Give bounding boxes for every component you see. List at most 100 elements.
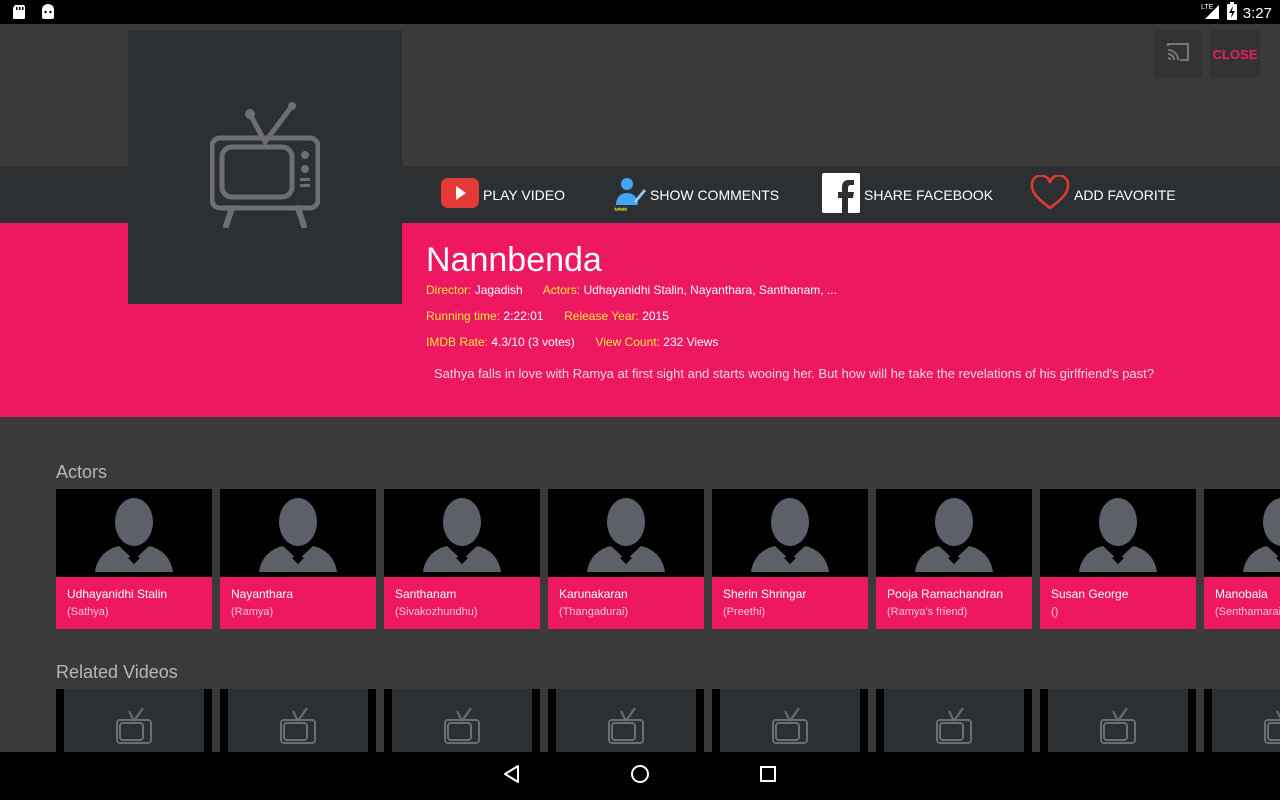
youtube-play-icon xyxy=(441,178,479,211)
person-placeholder-icon xyxy=(95,494,173,577)
actor-card[interactable]: Karunakaran (Thangadurai) xyxy=(548,489,704,629)
actor-card[interactable]: Udhayanidhi Stalin (Sathya) xyxy=(56,489,212,629)
related-video-card[interactable] xyxy=(548,689,704,752)
actor-photo xyxy=(1040,489,1196,577)
actor-photo xyxy=(712,489,868,577)
actor-card[interactable]: Santhanam (Sivakozhundhu) xyxy=(384,489,540,629)
view-count-label: View Count: xyxy=(595,335,660,349)
person-placeholder-icon xyxy=(751,494,829,577)
actor-card[interactable]: Manobala (Senthamarai) xyxy=(1204,489,1280,629)
share-facebook-label: SHARE FACEBOOK xyxy=(864,186,994,203)
actor-name: Santhanam xyxy=(395,587,457,601)
cast-icon xyxy=(1166,42,1190,67)
actor-card[interactable]: Sherin Shringar (Preethi) xyxy=(712,489,868,629)
actor-role: (Thangadurai) xyxy=(559,606,629,618)
actor-role: (Preethi) xyxy=(723,606,766,618)
android-icon xyxy=(40,4,56,25)
actor-card[interactable]: Nayanthara (Ramya) xyxy=(220,489,376,629)
actor-photo xyxy=(384,489,540,577)
tv-placeholder-icon xyxy=(772,707,808,752)
actor-name: Karunakaran xyxy=(559,587,628,601)
related-video-card[interactable] xyxy=(220,689,376,752)
show-comments-button[interactable]: ***** SHOW COMMENTS xyxy=(614,166,779,223)
share-facebook-button[interactable]: SHARE FACEBOOK xyxy=(822,166,993,223)
related-video-card[interactable] xyxy=(1040,689,1196,752)
person-placeholder-icon xyxy=(587,494,665,577)
add-favorite-button[interactable]: ADD FAVORITE xyxy=(1030,166,1176,223)
play-video-label: PLAY VIDEO xyxy=(483,186,565,203)
tv-placeholder-icon xyxy=(280,707,316,752)
lte-signal-icon: LTE xyxy=(1201,2,1221,24)
recents-square-icon xyxy=(759,765,777,788)
lte-text: LTE xyxy=(1201,4,1214,11)
related-video-card[interactable] xyxy=(384,689,540,752)
navigation-bar xyxy=(0,752,1280,800)
view-count-value: 232 Views xyxy=(663,335,719,349)
director-value: Jagadish xyxy=(474,283,523,297)
person-placeholder-icon xyxy=(259,494,337,577)
back-triangle-icon xyxy=(502,764,522,789)
facebook-icon xyxy=(822,173,860,216)
related-video-card[interactable] xyxy=(876,689,1032,752)
related-video-card[interactable] xyxy=(1204,689,1280,752)
related-video-card[interactable] xyxy=(56,689,212,752)
related-videos-list[interactable] xyxy=(56,689,1280,752)
actors-label: Actors: xyxy=(542,283,581,297)
actor-photo xyxy=(548,489,704,577)
tv-placeholder-icon xyxy=(936,707,972,752)
actors-section-title: Actors xyxy=(56,462,108,482)
actors-value: Udhayanidhi Stalin, Nayanthara, Santhana… xyxy=(583,283,837,297)
battery-charging-icon xyxy=(1226,2,1237,24)
user-comment-icon: ***** xyxy=(614,175,646,216)
actor-role: (Ramya) xyxy=(231,606,274,618)
back-button[interactable] xyxy=(500,764,524,788)
running-time-value: 2:22:01 xyxy=(503,309,544,323)
actor-role: () xyxy=(1051,606,1059,618)
movie-description: Sathya falls in love with Ramya at first… xyxy=(434,366,1155,381)
actor-role: (Sathya) xyxy=(67,606,109,618)
actor-name: Susan George xyxy=(1051,587,1129,601)
actor-photo xyxy=(56,489,212,577)
movie-title: Nannbenda xyxy=(426,241,602,279)
actor-photo xyxy=(220,489,376,577)
actors-list[interactable]: Udhayanidhi Stalin (Sathya) Nayanthara (Ra… xyxy=(56,489,1280,629)
person-placeholder-icon xyxy=(423,494,501,577)
actor-card[interactable]: Susan George () xyxy=(1040,489,1196,629)
add-favorite-label: ADD FAVORITE xyxy=(1074,186,1176,203)
imdb-rate-value: 4.3/10 (3 votes) xyxy=(491,335,575,349)
actor-name: Nayanthara xyxy=(231,587,294,601)
recents-button[interactable] xyxy=(756,764,780,788)
actor-name: Manobala xyxy=(1215,587,1268,601)
imdb-rate-label: IMDB Rate: xyxy=(426,335,489,349)
director-label: Director: xyxy=(426,283,472,297)
close-button[interactable]: CLOSE xyxy=(1210,30,1260,78)
actor-card[interactable]: Pooja Ramachandran (Ramya's friend) xyxy=(876,489,1032,629)
tv-placeholder-icon xyxy=(608,707,644,752)
related-video-card[interactable] xyxy=(712,689,868,752)
tv-placeholder-icon xyxy=(1264,707,1280,752)
rating-stars: ***** xyxy=(614,205,627,216)
home-button[interactable] xyxy=(628,764,652,788)
meta-row-running-year: Running time: 2:22:01 Release Year: 2015 xyxy=(426,309,669,323)
tv-placeholder-icon xyxy=(209,101,321,233)
person-placeholder-icon xyxy=(1079,494,1157,577)
play-video-button[interactable]: PLAY VIDEO xyxy=(441,166,565,223)
actor-name: Sherin Shringar xyxy=(723,587,807,601)
actor-photo xyxy=(876,489,1032,577)
meta-row-director-actors: Director: Jagadish Actors: Udhayanidhi S… xyxy=(426,283,837,297)
actor-role: (Senthamarai) xyxy=(1215,606,1280,618)
meta-row-imdb-views: IMDB Rate: 4.3/10 (3 votes) View Count: … xyxy=(426,335,718,349)
actor-role: (Ramya's friend) xyxy=(887,606,968,618)
actor-photo xyxy=(1204,489,1280,577)
show-comments-label: SHOW COMMENTS xyxy=(650,186,780,203)
cast-button[interactable] xyxy=(1154,30,1202,78)
tv-placeholder-icon xyxy=(116,707,152,752)
status-clock: 3:27 xyxy=(1242,4,1272,22)
movie-poster xyxy=(128,30,402,304)
home-circle-icon xyxy=(630,764,650,789)
actor-role: (Sivakozhundhu) xyxy=(395,606,478,618)
tv-placeholder-icon xyxy=(1100,707,1136,752)
actor-name: Udhayanidhi Stalin xyxy=(67,587,168,601)
person-placeholder-icon xyxy=(1243,494,1280,577)
status-bar: LTE 3:27 xyxy=(0,0,1280,24)
